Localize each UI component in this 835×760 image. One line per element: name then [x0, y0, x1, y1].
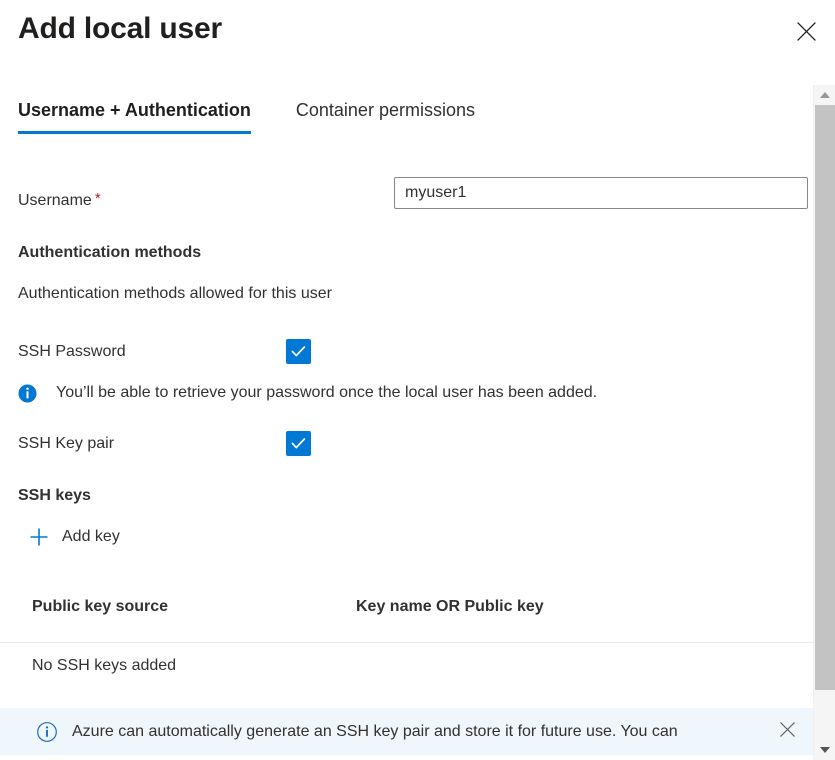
ssh-password-row: SSH Password: [18, 339, 805, 365]
check-icon: [291, 345, 306, 358]
info-banner-text: Azure can automatically generate an SSH …: [72, 722, 678, 740]
column-header-key-name-or-public-key[interactable]: Key name OR Public key: [356, 594, 544, 620]
username-input[interactable]: [394, 177, 808, 209]
add-local-user-panel: Add local user Username + Authentication…: [0, 0, 835, 760]
username-label: Username *: [18, 182, 101, 218]
required-asterisk: *: [94, 190, 101, 207]
dismiss-banner-button[interactable]: [767, 712, 807, 752]
plus-icon: [28, 526, 50, 548]
tab-container-permissions[interactable]: Container permissions: [296, 98, 475, 134]
close-icon: [779, 721, 796, 743]
tab-label: Username + Authentication: [18, 100, 251, 120]
table-header-row: Public key source Key name OR Public key: [0, 594, 813, 643]
table-empty-message: No SSH keys added: [32, 657, 177, 674]
ssh-key-pair-checkbox[interactable]: [286, 431, 311, 456]
password-info-line: You’ll be able to retrieve your password…: [18, 381, 805, 405]
column-header-public-key-source[interactable]: Public key source: [32, 594, 168, 620]
tab-label: Container permissions: [295, 100, 475, 120]
info-banner: Azure can automatically generate an SSH …: [0, 708, 813, 755]
page-title: Add local user: [18, 12, 222, 45]
password-info-text: You’ll be able to retrieve your password…: [56, 384, 598, 401]
tab-username-authentication[interactable]: Username + Authentication: [18, 98, 251, 134]
vertical-scrollbar[interactable]: [813, 85, 835, 760]
authentication-methods-description: Authentication methods allowed for this …: [18, 285, 332, 302]
username-row: Username *: [18, 177, 835, 218]
username-label-text: Username: [18, 192, 92, 209]
ssh-keys-heading: SSH keys: [18, 487, 91, 504]
table-empty-row: No SSH keys added: [0, 643, 813, 689]
ssh-key-pair-row: SSH Key pair: [18, 431, 805, 457]
info-circle-filled-icon: [18, 384, 37, 403]
info-circle-outline-icon: [36, 721, 58, 743]
add-key-button[interactable]: Add key: [28, 523, 120, 551]
scroll-up-button[interactable]: [814, 85, 835, 105]
ssh-password-label: SSH Password: [18, 343, 126, 360]
chevron-up-icon: [820, 92, 830, 98]
tab-bar: Username + Authentication Container perm…: [18, 98, 475, 134]
close-panel-button[interactable]: [785, 10, 827, 52]
ssh-password-checkbox[interactable]: [286, 339, 311, 364]
scrollbar-thumb[interactable]: [815, 105, 835, 690]
authentication-methods-heading: Authentication methods: [18, 244, 202, 261]
scroll-down-button[interactable]: [814, 740, 835, 760]
close-icon: [796, 21, 817, 42]
panel-header: Add local user: [0, 0, 835, 72]
chevron-down-icon: [820, 747, 830, 753]
add-key-label: Add key: [62, 528, 120, 545]
check-icon: [291, 437, 306, 450]
ssh-keys-table: Public key source Key name OR Public key…: [0, 594, 813, 689]
ssh-key-pair-label: SSH Key pair: [18, 435, 115, 452]
